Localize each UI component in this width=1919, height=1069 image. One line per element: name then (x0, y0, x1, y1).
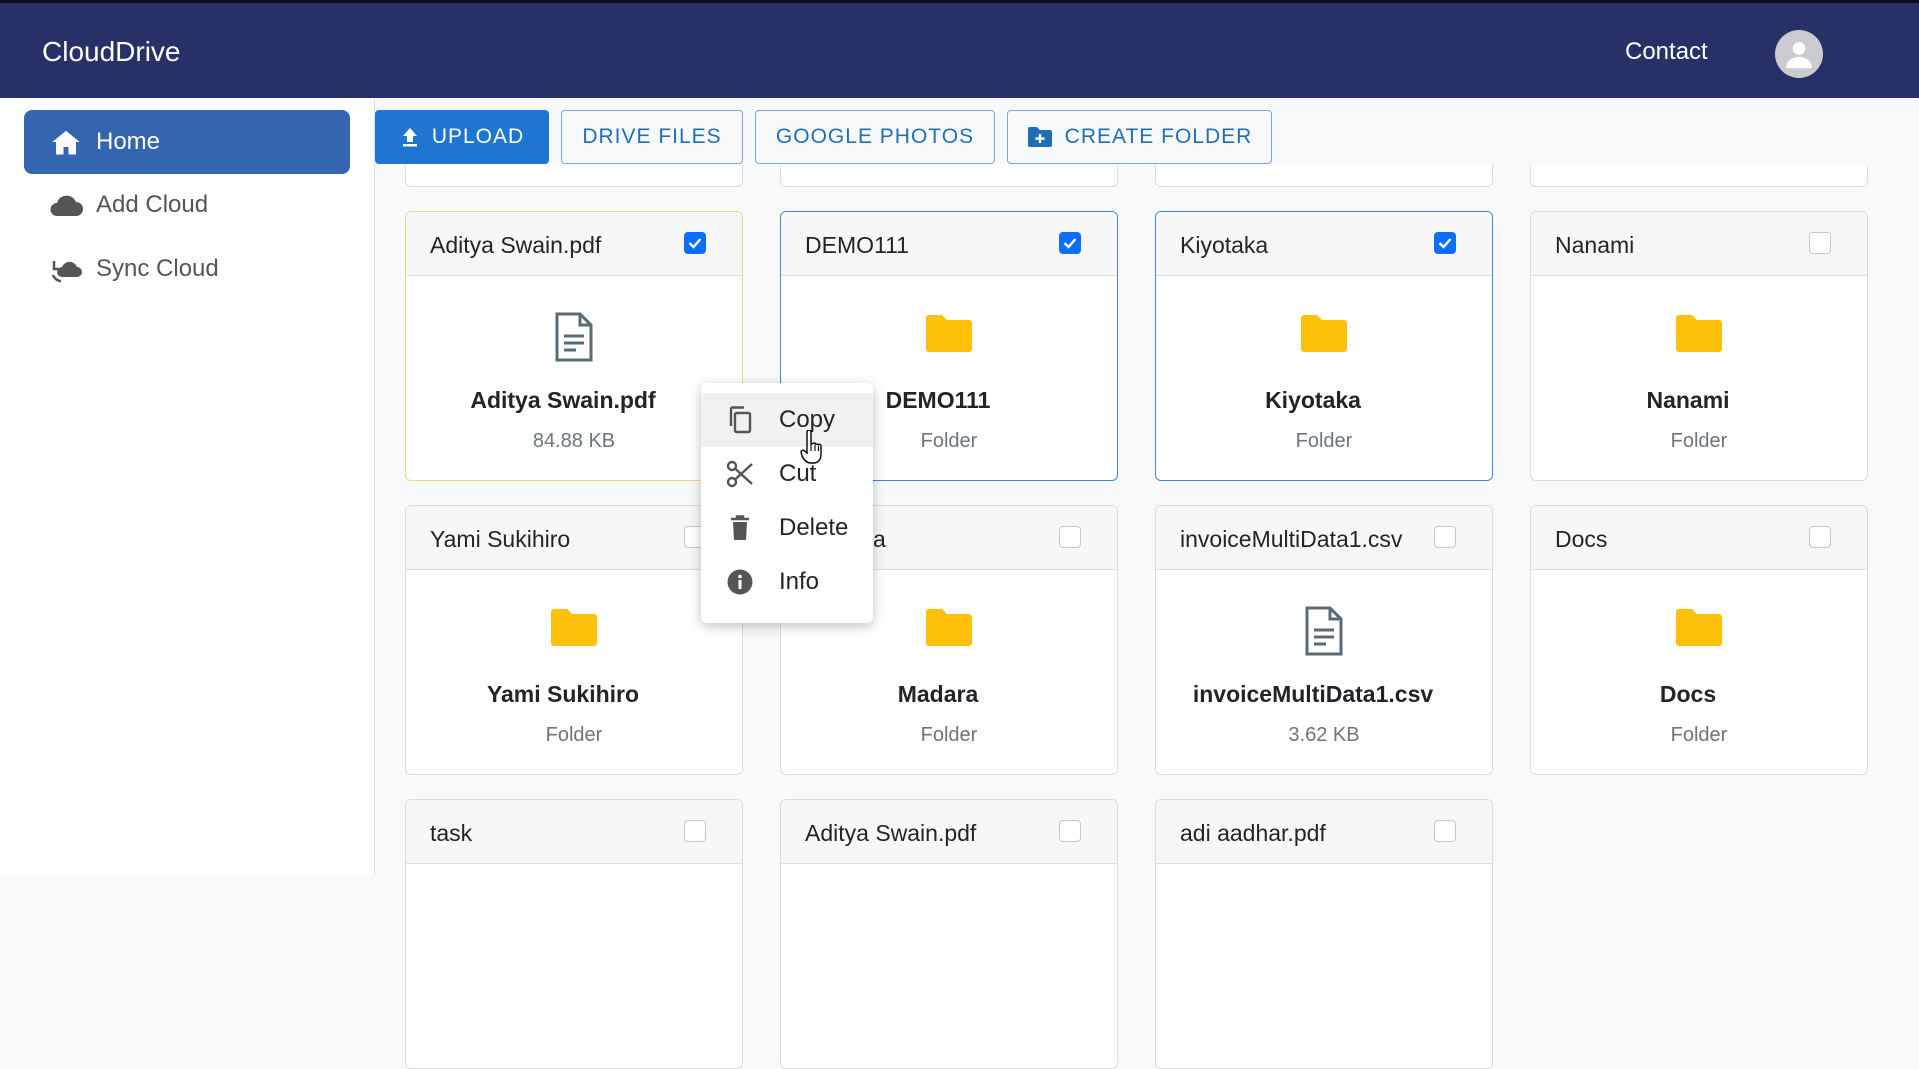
check-icon (1063, 238, 1077, 249)
google-photos-button[interactable]: GOOGLE PHOTOS (755, 110, 995, 164)
home-icon (52, 130, 80, 155)
folder-type: Folder (920, 724, 978, 746)
cloud-sync-icon (51, 261, 82, 283)
scissors-icon (726, 460, 753, 488)
folder-type: Folder (1670, 724, 1728, 746)
info-icon (727, 569, 753, 595)
folder-card[interactable]: Docs Docs Folder (1530, 505, 1868, 775)
drive-files-button[interactable]: DRIVE FILES (561, 110, 743, 164)
folder-card[interactable]: Kiyotaka Kiyotaka Folder (1155, 211, 1493, 481)
check-icon (1438, 238, 1452, 249)
select-checkbox[interactable] (684, 820, 706, 842)
file-card[interactable] (1530, 165, 1868, 187)
context-menu: Copy Cut Delete Info (701, 383, 873, 623)
context-menu-label: Delete (779, 514, 849, 541)
trash-icon (731, 515, 749, 540)
copy-icon (729, 406, 752, 434)
check-icon (688, 238, 702, 249)
top-navbar: CloudDrive Contact (0, 0, 1919, 98)
create-folder-label: CREATE FOLDER (1064, 125, 1253, 148)
folder-type: Folder (1295, 430, 1353, 452)
sidebar: Home Add Cloud Sync Cloud (0, 98, 375, 875)
sidebar-item-add-cloud[interactable]: Add Cloud (24, 173, 350, 237)
file-card[interactable]: Aditya Swain.pdf Aditya Swain.pdf 84.88 … (405, 211, 743, 481)
folder-name: Madara (897, 681, 979, 707)
folder-type: Folder (1670, 430, 1728, 452)
select-checkbox[interactable] (1059, 820, 1081, 842)
folder-icon (926, 609, 972, 646)
folder-type: Folder (545, 724, 603, 746)
select-checkbox[interactable] (1809, 232, 1831, 254)
context-menu-cut[interactable]: Cut (701, 447, 873, 501)
hand-cursor-icon (800, 430, 822, 464)
folder-name: Kiyotaka (1265, 387, 1361, 413)
file-card[interactable]: invoiceMultiData1.csv invoiceMultiData1.… (1155, 505, 1493, 775)
cloud-icon (50, 195, 83, 216)
folder-icon (1301, 315, 1347, 352)
folder-name: Docs (1659, 681, 1717, 707)
folder-icon (1676, 315, 1722, 352)
folder-name: Yami Sukihiro (486, 681, 640, 707)
sidebar-item-sync-cloud[interactable]: Sync Cloud (24, 237, 350, 301)
file-size: 3.62 KB (1288, 724, 1360, 746)
folder-plus-icon (1027, 127, 1052, 147)
avatar[interactable] (1775, 30, 1823, 78)
select-checkbox[interactable] (1434, 820, 1456, 842)
file-size: 84.88 KB (532, 430, 616, 452)
document-icon (555, 312, 593, 362)
file-card[interactable] (405, 165, 743, 187)
user-icon (1786, 41, 1812, 69)
upload-icon (402, 128, 417, 147)
google-photos-label: GOOGLE PHOTOS (775, 125, 975, 148)
upload-button[interactable]: UPLOAD (375, 110, 549, 164)
context-menu-delete[interactable]: Delete (701, 501, 873, 555)
context-menu-copy[interactable]: Copy (701, 393, 873, 447)
select-checkbox[interactable] (1809, 526, 1831, 548)
sidebar-item-label: Home (96, 128, 161, 155)
context-menu-info[interactable]: Info (701, 555, 873, 609)
app-title[interactable]: CloudDrive (42, 36, 181, 68)
sidebar-item-label: Add Cloud (96, 191, 209, 218)
select-checkbox[interactable] (684, 232, 706, 254)
create-folder-button[interactable]: CREATE FOLDER (1007, 110, 1272, 164)
file-card[interactable]: Aditya Swain.pdf (780, 799, 1118, 1069)
file-card[interactable] (1155, 165, 1493, 187)
drive-files-label: DRIVE FILES (582, 125, 722, 148)
folder-icon (1676, 609, 1722, 646)
contact-link[interactable]: Contact (1625, 38, 1708, 66)
file-card[interactable]: adi aadhar.pdf (1155, 799, 1493, 1069)
select-checkbox[interactable] (1059, 526, 1081, 548)
sidebar-item-home[interactable]: Home (24, 110, 350, 174)
document-icon (1305, 606, 1343, 656)
file-name: invoiceMultiData1.csv (1192, 681, 1434, 707)
folder-name: Nanami (1646, 387, 1730, 413)
folder-icon (926, 315, 972, 352)
context-menu-label: Info (779, 568, 820, 595)
file-name: Aditya Swain.pdf (470, 387, 656, 413)
upload-label: UPLOAD (431, 125, 525, 148)
select-checkbox[interactable] (1434, 232, 1456, 254)
folder-card[interactable]: Yami Sukihiro Yami Sukihiro Folder (405, 505, 743, 775)
folder-card[interactable]: Nanami Nanami Folder (1530, 211, 1868, 481)
sidebar-item-label: Sync Cloud (96, 255, 219, 282)
file-card[interactable]: task (405, 799, 743, 1069)
select-checkbox[interactable] (1434, 526, 1456, 548)
folder-icon (551, 609, 597, 646)
select-checkbox[interactable] (1059, 232, 1081, 254)
file-card[interactable] (780, 165, 1118, 187)
